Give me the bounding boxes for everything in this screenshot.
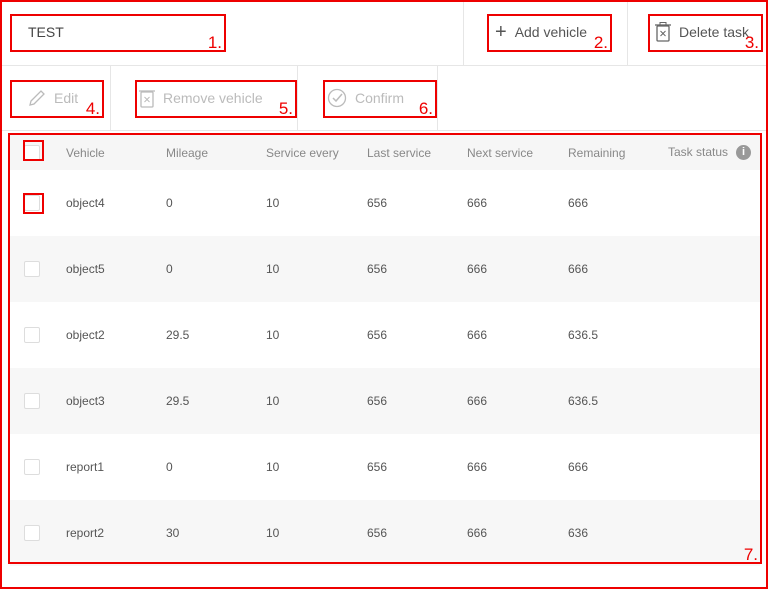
annotation-box: 7. (8, 133, 762, 564)
divider (0, 65, 768, 66)
divider (463, 0, 464, 65)
annotation-label: 2. (593, 33, 608, 52)
annotation-box: 6. (323, 80, 437, 118)
annotation-box (23, 140, 44, 161)
annotation-box: 3. (648, 14, 763, 52)
annotation-label: 6. (418, 99, 433, 118)
divider (0, 130, 768, 131)
divider (627, 0, 628, 65)
annotation-box: 4. (10, 80, 104, 118)
divider (297, 66, 298, 130)
annotation-box (23, 193, 44, 214)
divider (437, 66, 438, 130)
annotation-box: 5. (135, 80, 297, 118)
divider (110, 66, 111, 130)
annotation-box: 2. (487, 14, 612, 52)
annotation-label: 3. (744, 33, 759, 52)
annotation-label: 4. (85, 99, 100, 118)
annotation-label: 5. (278, 99, 293, 118)
annotation-label: 7. (743, 545, 758, 564)
annotation-box: 1. (10, 14, 226, 52)
annotation-label: 1. (207, 33, 222, 52)
